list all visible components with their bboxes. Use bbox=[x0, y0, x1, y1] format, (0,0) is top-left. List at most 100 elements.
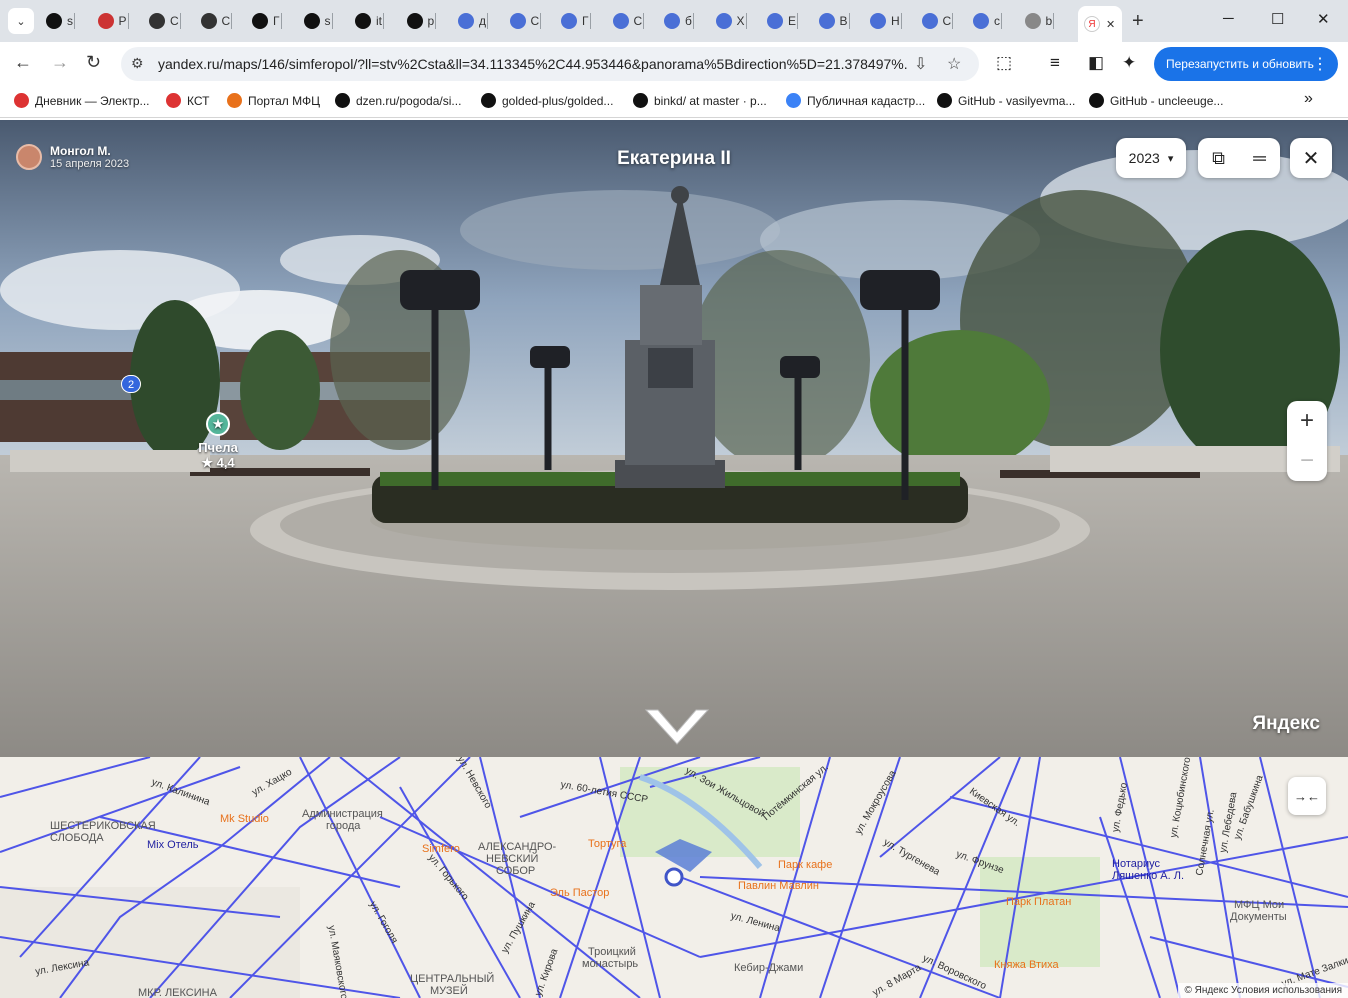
bookmarks-more-button[interactable]: » bbox=[1304, 90, 1313, 108]
menu-icon[interactable]: ═ bbox=[1239, 148, 1280, 169]
new-tab-button[interactable]: + bbox=[1132, 10, 1144, 33]
photo-count-badge[interactable]: 2 bbox=[121, 375, 141, 393]
poi-marker[interactable]: ★ Пчела ★ 4,4 bbox=[188, 412, 248, 471]
tab-10[interactable]: Г bbox=[561, 8, 591, 34]
back-icon[interactable]: ← bbox=[14, 52, 32, 73]
collapse-map-button[interactable]: →← bbox=[1288, 777, 1326, 815]
map-label[interactable]: Документы bbox=[1230, 911, 1287, 923]
side-panel-icon[interactable]: ◧ bbox=[1088, 53, 1104, 73]
year-select[interactable]: 2023 ▾ bbox=[1116, 138, 1186, 178]
relaunch-button[interactable]: Перезапустить и обновить ⋮ bbox=[1154, 47, 1338, 81]
map-copyright[interactable]: © Яндекс Условия использования bbox=[1178, 983, 1348, 998]
bookmark-4[interactable]: golded-plus/golded... bbox=[481, 93, 613, 108]
map-label[interactable]: Mk Studio bbox=[220, 813, 269, 825]
tab-9[interactable]: С bbox=[509, 8, 542, 34]
bookmark-label: dzen.ru/pogoda/si... bbox=[356, 93, 462, 108]
tab-strip: ⌄ s P C C Гs it p д С Г Сб Х Е В Н Сс b Я ✕ + ─ ☐ ✕ bbox=[0, 0, 1348, 42]
tab-2[interactable]: C bbox=[149, 8, 181, 34]
open-external-icon[interactable]: ⧉ bbox=[1198, 148, 1239, 169]
map-label[interactable]: Княжа Втиха bbox=[994, 959, 1059, 971]
map-label[interactable]: ШЕСТЕРИКОВСКАЯ bbox=[50, 820, 156, 832]
url-text[interactable]: yandex.ru/maps/146/simferopol/?ll=stv%2C… bbox=[158, 56, 908, 72]
site-info-icon[interactable]: ⚙ bbox=[131, 55, 144, 72]
map-label[interactable]: монастырь bbox=[582, 958, 638, 970]
tab-15[interactable]: В bbox=[818, 8, 850, 34]
tab-3[interactable]: C bbox=[200, 8, 233, 34]
zoom-out-button[interactable]: − bbox=[1300, 441, 1314, 481]
bookmark-8[interactable]: GitHub - uncleeuge... bbox=[1089, 93, 1223, 108]
tab-12[interactable]: б bbox=[664, 8, 694, 34]
tab-11[interactable]: С bbox=[612, 8, 645, 34]
reload-icon[interactable]: ↻ bbox=[86, 52, 101, 73]
active-tab[interactable]: Я ✕ bbox=[1078, 6, 1122, 42]
tab-1[interactable]: P bbox=[97, 8, 129, 34]
tab-19[interactable]: b bbox=[1024, 8, 1055, 34]
tab-8[interactable]: д bbox=[458, 8, 489, 34]
map-label[interactable]: Simfero bbox=[422, 843, 460, 855]
map-label[interactable]: МФЦ Мои bbox=[1234, 899, 1284, 911]
close-panorama-button[interactable]: ✕ bbox=[1290, 138, 1332, 178]
address-bar[interactable]: ⚙ yandex.ru/maps/146/simferopol/?ll=stv%… bbox=[121, 47, 979, 81]
chevron-down-icon: ⌄ bbox=[16, 15, 26, 28]
map-label[interactable]: АЛЕКСАНДРО- bbox=[478, 841, 556, 853]
menu-dots-icon[interactable]: ⋮ bbox=[1312, 54, 1328, 74]
media-icon[interactable]: ≡ bbox=[1050, 53, 1060, 73]
map-label[interactable]: МУЗЕЙ bbox=[430, 985, 468, 997]
map-label[interactable]: Эль Пастор bbox=[550, 887, 609, 899]
map-label[interactable]: Кебир-Джами bbox=[734, 962, 803, 974]
tab-7[interactable]: p bbox=[406, 8, 437, 34]
map-label[interactable]: Павлин Мавлин bbox=[738, 880, 819, 892]
map-label[interactable]: ЦЕНТРАЛЬНЫЙ bbox=[410, 973, 494, 985]
map-label[interactable]: Администрация bbox=[302, 808, 383, 820]
zoom-controls: + − bbox=[1287, 401, 1327, 481]
tab-close-icon[interactable]: ✕ bbox=[1106, 18, 1115, 31]
bird-icon bbox=[355, 13, 371, 29]
bookmark-label: Дневник — Электр... bbox=[35, 93, 150, 108]
map-label[interactable]: СОБОР bbox=[496, 865, 535, 877]
bookmark-favicon-icon bbox=[166, 93, 181, 108]
bookmark-5[interactable]: binkd/ at master · p... bbox=[633, 93, 767, 108]
tab-17[interactable]: С bbox=[921, 8, 954, 34]
mini-map[interactable]: ШЕСТЕРИКОВСКАЯ СЛОБОДА Mix Отель Mk Studio А… bbox=[0, 757, 1348, 998]
tab-search-button[interactable]: ⌄ bbox=[8, 8, 34, 34]
map-label[interactable]: Ляшенко А. Л. bbox=[1112, 870, 1184, 882]
map-label[interactable]: МКР. ЛЕКСИНА bbox=[138, 987, 217, 998]
install-app-icon[interactable]: ⇩ bbox=[914, 54, 927, 74]
tab-18[interactable]: с bbox=[973, 8, 1002, 34]
bookmark-7[interactable]: GitHub - vasilyevma... bbox=[937, 93, 1075, 108]
panorama-view[interactable]: Монгол М. 15 апреля 2023 Екатерина II 20… bbox=[0, 120, 1348, 757]
profile-icon[interactable]: ✦ bbox=[1122, 53, 1136, 73]
bookmark-0[interactable]: Дневник — Электр... bbox=[14, 93, 150, 108]
map-label[interactable]: города bbox=[326, 820, 360, 832]
tab-0[interactable]: s bbox=[46, 8, 75, 34]
map-label[interactable]: Нотариус bbox=[1112, 858, 1160, 870]
screen-icon bbox=[149, 13, 165, 29]
tab-6[interactable]: it bbox=[355, 8, 384, 34]
tab-14[interactable]: Е bbox=[767, 8, 799, 34]
map-label[interactable]: Парк Платан bbox=[1006, 896, 1071, 908]
bookmark-label: КСТ bbox=[187, 93, 210, 108]
tab-16[interactable]: Н bbox=[870, 8, 902, 34]
bookmark-6[interactable]: Публичная кадастр... bbox=[786, 93, 925, 108]
zoom-in-button[interactable]: + bbox=[1300, 401, 1314, 441]
map-label[interactable]: Mix Отель bbox=[147, 839, 199, 851]
forward-icon[interactable]: → bbox=[51, 52, 69, 73]
bookmark-star-icon[interactable]: ☆ bbox=[947, 54, 961, 74]
map-label[interactable]: Парк кафе bbox=[778, 859, 832, 871]
tab-4[interactable]: Г bbox=[252, 8, 282, 34]
window-close-button[interactable]: ✕ bbox=[1317, 10, 1330, 28]
map-label[interactable]: НЕВСКИЙ bbox=[486, 853, 538, 865]
map-label[interactable]: СЛОБОДА bbox=[50, 832, 104, 844]
maximize-button[interactable]: ☐ bbox=[1271, 10, 1284, 28]
bookmark-1[interactable]: КСТ bbox=[166, 93, 209, 108]
bookmark-3[interactable]: dzen.ru/pogoda/si... bbox=[335, 93, 461, 108]
move-forward-arrow-icon[interactable] bbox=[644, 708, 710, 748]
bookmark-2[interactable]: Портал МФЦ bbox=[227, 93, 320, 108]
tab-5[interactable]: s bbox=[303, 8, 333, 34]
map-label[interactable]: Тортуга bbox=[588, 838, 626, 850]
map-label[interactable]: Троицкий bbox=[588, 946, 636, 958]
target-icon bbox=[818, 13, 835, 29]
tab-13[interactable]: Х bbox=[715, 8, 747, 34]
minimize-button[interactable]: ─ bbox=[1223, 10, 1234, 27]
extensions-icon[interactable]: ⬚ bbox=[996, 53, 1012, 73]
